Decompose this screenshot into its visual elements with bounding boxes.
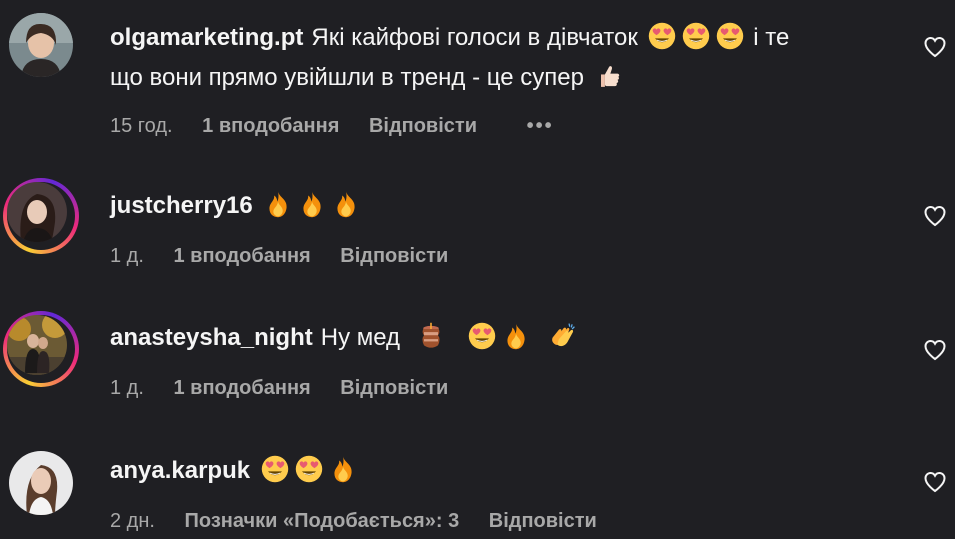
heart-eyes-emoji-icon bbox=[295, 455, 323, 483]
comment-likes-count[interactable]: 1 вподобання bbox=[173, 245, 310, 267]
comment-text-part: що вони прямо увійшли в тренд - це супер bbox=[110, 64, 584, 91]
reply-button[interactable]: Відповісти bbox=[369, 115, 477, 137]
heart-eyes-emoji-icon bbox=[261, 455, 289, 483]
heart-outline-icon[interactable] bbox=[922, 204, 948, 228]
fire-emoji-icon bbox=[329, 455, 357, 483]
avatar[interactable] bbox=[9, 13, 73, 77]
avatar[interactable] bbox=[3, 311, 79, 387]
comment-text: olgamarketing.pt Які кайфові голоси в дів… bbox=[110, 18, 900, 98]
heart-outline-icon[interactable] bbox=[922, 35, 948, 59]
comment-likes-count[interactable]: Позначки «Подобається»: 3 bbox=[185, 510, 460, 532]
comment-meta: 1 д. 1 вподобання Відповісти bbox=[110, 244, 900, 268]
comment-likes-count[interactable]: 1 вподобання bbox=[173, 377, 310, 399]
comment-text-part: і те bbox=[753, 24, 790, 51]
comment-username[interactable]: anasteysha_night bbox=[110, 324, 313, 351]
reply-button[interactable]: Відповісти bbox=[340, 245, 448, 267]
comment-text: anya.karpuk bbox=[110, 451, 900, 491]
comment-text-part: Які кайфові голоси в дівчаток bbox=[311, 24, 638, 51]
heart-eyes-emoji-icon bbox=[682, 22, 710, 50]
fire-emoji-icon bbox=[502, 322, 530, 350]
comment-meta: 1 д. 1 вподобання Відповісти bbox=[110, 376, 900, 400]
heart-outline-icon[interactable] bbox=[922, 338, 948, 362]
avatar[interactable] bbox=[3, 178, 79, 254]
heart-eyes-emoji-icon bbox=[468, 322, 496, 350]
more-options-icon[interactable]: ••• bbox=[527, 115, 554, 137]
comment-text: anasteysha_night Ну мед bbox=[110, 318, 900, 358]
fire-emoji-icon bbox=[264, 190, 292, 218]
clapping-hands-emoji-icon bbox=[548, 322, 576, 350]
heart-eyes-emoji-icon bbox=[648, 22, 676, 50]
comment-time: 1 д. bbox=[110, 245, 144, 267]
thumbs-up-emoji-icon bbox=[594, 62, 622, 90]
comment-username[interactable]: anya.karpuk bbox=[110, 457, 250, 484]
comment-username[interactable]: justcherry16 bbox=[110, 192, 253, 219]
heart-outline-icon[interactable] bbox=[922, 470, 948, 494]
avatar[interactable] bbox=[9, 451, 73, 515]
avatar-image bbox=[9, 451, 73, 515]
comment-meta: 2 дн. Позначки «Подобається»: 3 Відповіс… bbox=[110, 509, 900, 533]
avatar-image bbox=[7, 315, 67, 375]
fire-emoji-icon bbox=[298, 190, 326, 218]
reply-button[interactable]: Відповісти bbox=[489, 510, 597, 532]
comment-time: 2 дн. bbox=[110, 510, 155, 532]
avatar-image bbox=[9, 13, 73, 77]
comment-time: 1 д. bbox=[110, 377, 144, 399]
reply-button[interactable]: Відповісти bbox=[340, 377, 448, 399]
comment-text-part: Ну мед bbox=[320, 324, 401, 351]
comment-text: justcherry16 bbox=[110, 186, 900, 226]
fire-emoji-icon bbox=[332, 190, 360, 218]
heart-eyes-emoji-icon bbox=[716, 22, 744, 50]
comment-username[interactable]: olgamarketing.pt bbox=[110, 24, 303, 51]
comment-meta: 15 год. 1 вподобання Відповісти ••• bbox=[110, 114, 900, 138]
avatar-image bbox=[7, 182, 67, 242]
comment-likes-count[interactable]: 1 вподобання bbox=[202, 115, 339, 137]
comment-time: 15 год. bbox=[110, 115, 173, 137]
honey-pot-emoji-icon bbox=[417, 322, 445, 350]
